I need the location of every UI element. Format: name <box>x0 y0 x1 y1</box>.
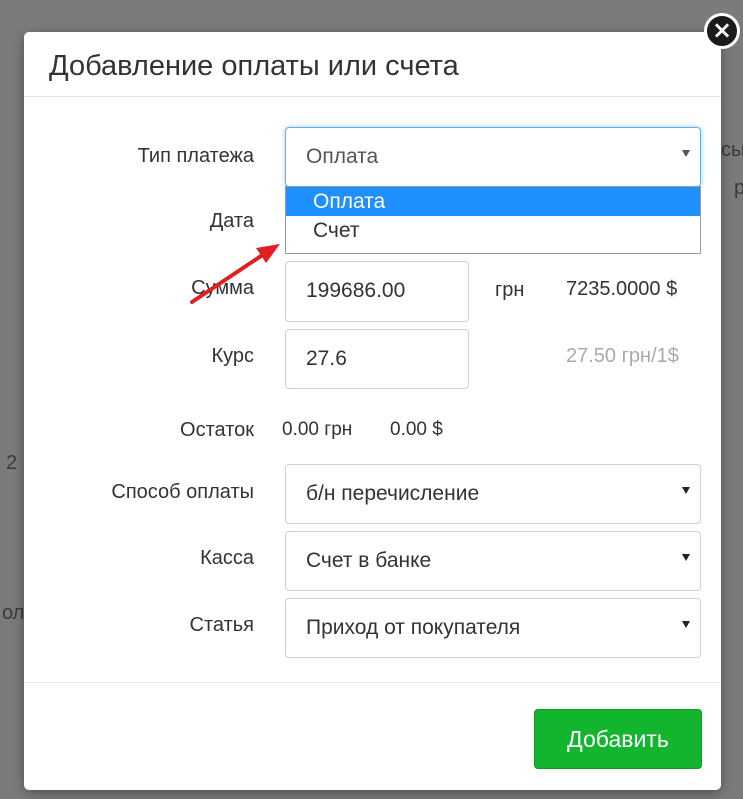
add-payment-modal: Добавление оплаты или счета Тип платежа … <box>24 32 721 790</box>
background-text: р <box>734 177 743 199</box>
background-text: ол <box>2 602 25 624</box>
close-icon[interactable]: × <box>704 13 740 49</box>
background-text: сы <box>721 139 743 161</box>
background-text: 2 <box>6 452 18 474</box>
annotation-arrow-icon <box>190 244 280 304</box>
